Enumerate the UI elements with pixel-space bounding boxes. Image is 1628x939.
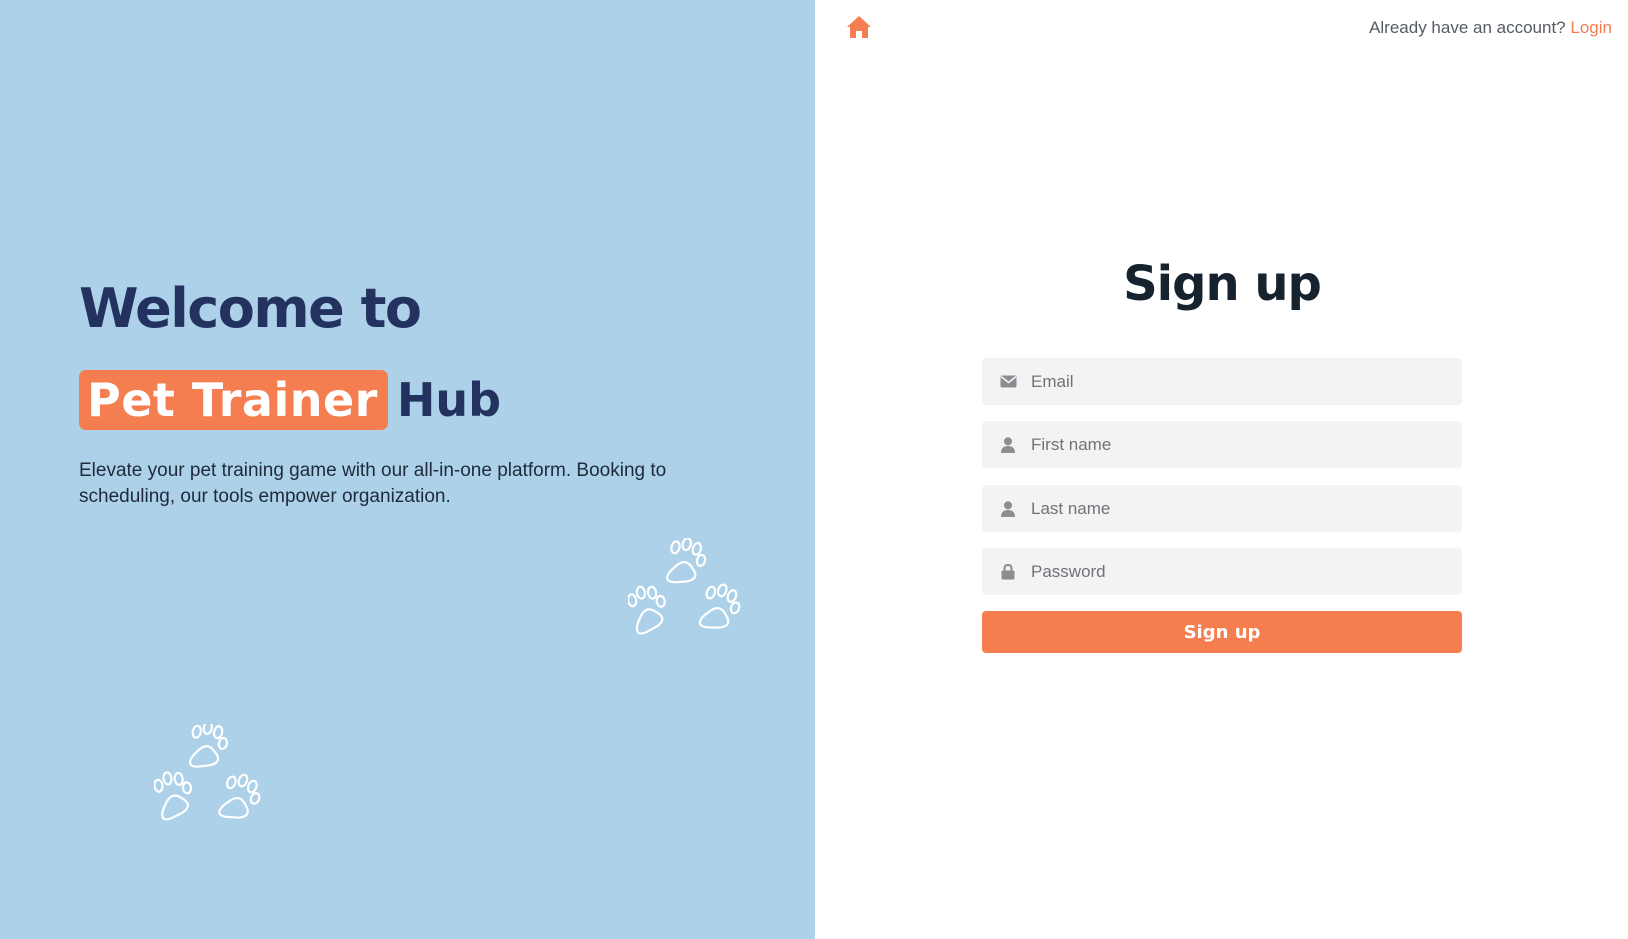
hero-title: Welcome to [79, 277, 422, 340]
login-link[interactable]: Login [1570, 18, 1612, 37]
hero-title-line2: Pet Trainer Hub [79, 370, 501, 430]
email-input[interactable] [1031, 358, 1462, 405]
first-name-input[interactable] [1031, 421, 1462, 468]
home-button[interactable] [846, 15, 872, 39]
lock-icon [999, 563, 1017, 581]
account-prompt: Already have an account? Login [1369, 18, 1612, 38]
form-title: Sign up [1123, 256, 1322, 312]
last-name-input[interactable] [1031, 485, 1462, 532]
password-input[interactable] [1031, 548, 1462, 595]
last-name-field[interactable] [982, 485, 1462, 532]
signup-page: Welcome to Pet Trainer Hub Elevate your p… [0, 0, 1628, 939]
paw-prints-icon [628, 538, 741, 635]
user-icon [999, 436, 1017, 454]
home-icon [847, 16, 871, 38]
paw-prints-icon [154, 724, 261, 821]
password-field[interactable] [982, 548, 1462, 595]
user-icon [999, 500, 1017, 518]
envelope-icon [999, 373, 1017, 391]
sign-up-button[interactable]: Sign up [982, 611, 1462, 653]
first-name-field[interactable] [982, 421, 1462, 468]
hero-panel: Welcome to Pet Trainer Hub Elevate your p… [0, 0, 815, 939]
brand-highlight: Pet Trainer [79, 370, 388, 430]
brand-suffix: Hub [396, 373, 502, 427]
email-field[interactable] [982, 358, 1462, 405]
account-prompt-text: Already have an account? [1369, 18, 1566, 37]
hero-description: Elevate your pet training game with our … [79, 460, 667, 507]
